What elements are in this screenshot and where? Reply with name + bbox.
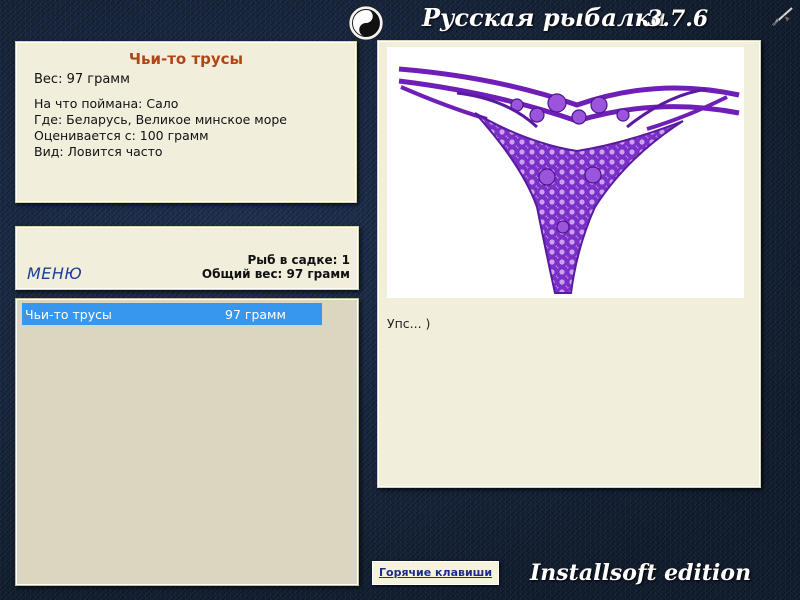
- catch-stats: Рыб в садке: 1 Общий вес: 97 грамм: [202, 253, 350, 281]
- fish-frequency: Вид: Ловится часто: [34, 144, 163, 159]
- list-item-weight: 97 грамм: [225, 307, 286, 322]
- fish-picture-panel: Упс... ): [377, 40, 761, 488]
- app-version: 3.7.6: [647, 6, 709, 32]
- menu-button[interactable]: МЕНЮ: [27, 264, 82, 283]
- fishing-rod-icon[interactable]: [770, 4, 796, 28]
- fish-count: Рыб в садке: 1: [247, 253, 351, 267]
- fish-description: Упс... ): [387, 316, 431, 331]
- fish-info-panel: Чьи-то трусы Вес: 97 грамм На что пойман…: [15, 41, 357, 203]
- fish-name: Чьи-то трусы: [128, 50, 244, 68]
- purple-underwear-image: [398, 66, 740, 294]
- fish-location: Где: Беларусь, Великое минское море: [34, 112, 287, 127]
- yin-yang-icon: [348, 5, 384, 41]
- fish-rated-from: Оценивается с: 100 грамм: [34, 128, 209, 143]
- app-title: Русская рыбалка: [422, 3, 667, 32]
- hotkeys-button[interactable]: Горячие клавиши: [372, 561, 500, 585]
- fish-details: На что поймана: Сало Где: Беларусь, Вели…: [34, 96, 287, 160]
- menu-panel: МЕНЮ Рыб в садке: 1 Общий вес: 97 грамм: [15, 226, 359, 290]
- list-item-name: Чьи-то трусы: [25, 307, 112, 322]
- list-item[interactable]: Чьи-то трусы 97 грамм: [22, 303, 322, 325]
- catch-list[interactable]: Чьи-то трусы 97 грамм: [15, 298, 359, 586]
- fish-image: [387, 47, 744, 298]
- total-weight: Общий вес: 97 грамм: [201, 267, 350, 281]
- edition-label: Installsoft edition: [530, 560, 752, 586]
- fish-weight: Вес: 97 грамм: [34, 72, 130, 87]
- fish-bait: На что поймана: Сало: [34, 96, 179, 111]
